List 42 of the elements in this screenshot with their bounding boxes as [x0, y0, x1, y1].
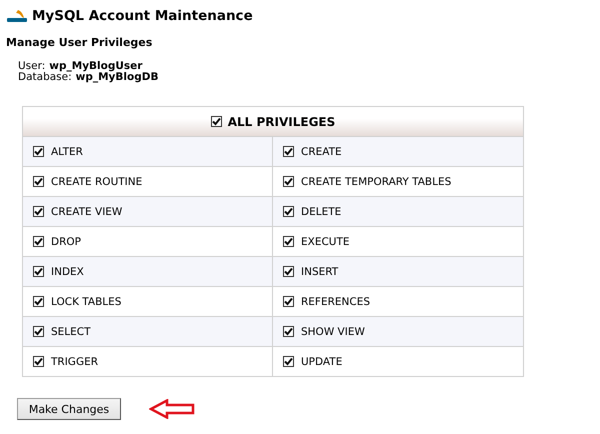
checkbox[interactable]	[33, 296, 44, 307]
checkbox[interactable]	[283, 176, 294, 187]
checkbox-label: REFERENCES	[301, 296, 370, 308]
checkbox-label: UPDATE	[301, 356, 342, 368]
checkbox-label: SELECT	[51, 326, 91, 338]
make-changes-button[interactable]: Make Changes	[17, 398, 121, 420]
checkbox[interactable]	[283, 296, 294, 307]
checkbox-label: INDEX	[51, 266, 84, 278]
checkbox-label: DELETE	[301, 206, 342, 218]
checkbox[interactable]	[283, 326, 294, 337]
checkbox-label: EXECUTE	[301, 236, 350, 248]
checkbox-label: CREATE	[301, 146, 342, 158]
checkbox-label: CREATE ROUTINE	[51, 176, 142, 188]
checkbox-label: TRIGGER	[51, 356, 98, 368]
checkbox[interactable]	[33, 266, 44, 277]
checkbox[interactable]	[33, 356, 44, 367]
checkbox-label: DROP	[51, 236, 81, 248]
checkbox-label: INSERT	[301, 266, 338, 278]
checkbox[interactable]	[283, 206, 294, 217]
arrow-icon	[149, 399, 195, 419]
section-heading: Manage User Privileges	[6, 36, 154, 49]
checkbox[interactable]	[283, 356, 294, 367]
checkbox[interactable]	[283, 146, 294, 157]
checkbox-label: ALTER	[51, 146, 83, 158]
field-value: wp_MyBlogDB	[76, 72, 158, 83]
field-label: User:	[18, 61, 46, 72]
field-value: wp_MyBlogUser	[49, 61, 142, 72]
checkbox[interactable]	[33, 206, 44, 217]
checkbox[interactable]	[283, 266, 294, 277]
checkbox-label: LOCK TABLES	[51, 296, 122, 308]
page-title: MySQL Account Maintenance	[32, 8, 253, 24]
checkbox[interactable]	[33, 326, 44, 337]
checkbox-label: SHOW VIEW	[301, 326, 365, 338]
checkbox[interactable]	[33, 236, 44, 247]
checkbox-label: CREATE TEMPORARY TABLES	[301, 176, 452, 188]
checkbox[interactable]	[33, 176, 44, 187]
checkbox-label: ALL PRIVILEGES	[228, 114, 336, 128]
field-label: Database:	[18, 72, 72, 83]
checkbox[interactable]	[33, 146, 44, 157]
checkbox[interactable]	[283, 236, 294, 247]
checkbox[interactable]	[210, 116, 222, 127]
checkbox-label: CREATE VIEW	[51, 206, 122, 218]
